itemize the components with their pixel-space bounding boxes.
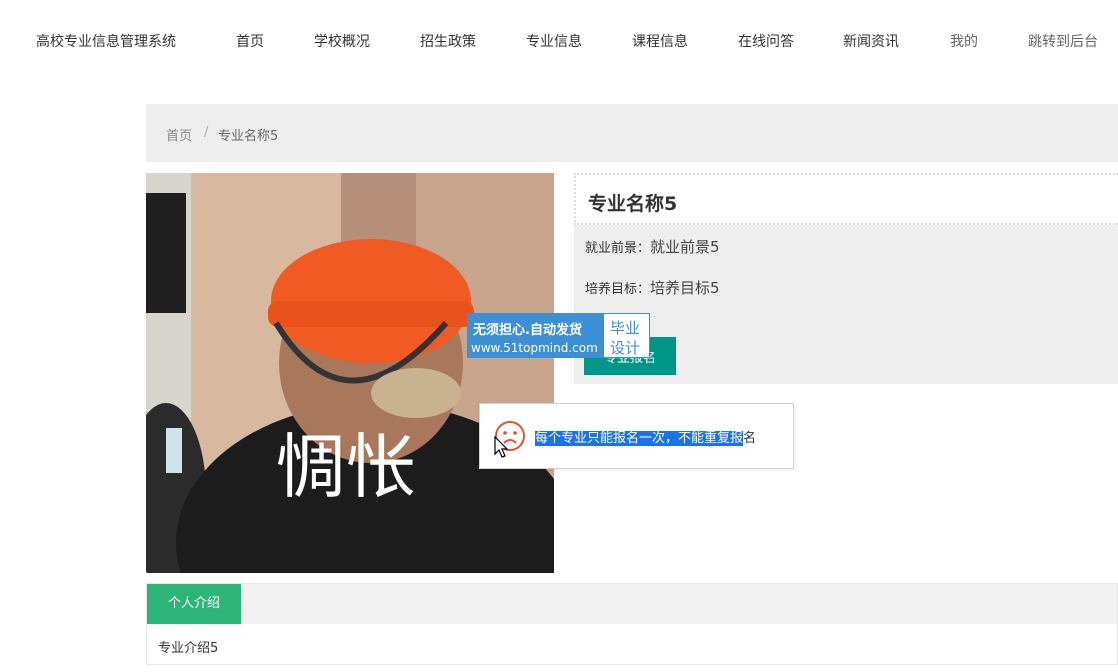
toast-selected-text: 每个专业只能报名一次，不能重复报	[535, 431, 744, 446]
career-label: 就业前景：	[585, 241, 651, 256]
watermark-right: 毕业 设计	[603, 313, 650, 358]
tab-header: 个人介绍	[147, 584, 1117, 624]
nav-item-home[interactable]: 首页	[236, 31, 264, 51]
toast-rest-text: 名	[743, 431, 757, 446]
tab-personal-intro[interactable]: 个人介绍	[147, 584, 241, 624]
toast-text: 每个专业只能报名一次，不能重复报名	[535, 427, 756, 446]
major-photo: 惆怅	[146, 173, 554, 573]
nav-item-admission-policy[interactable]: 招生政策	[420, 31, 476, 51]
career-row: 就业前景：就业前景5	[585, 236, 720, 257]
major-detail-panel: 专业名称5 就业前景：就业前景5 培养目标：培养目标5 专业报名	[574, 173, 1118, 384]
breadcrumb-home-link[interactable]: 首页	[166, 125, 192, 144]
site-brand[interactable]: 高校专业信息管理系统	[36, 31, 176, 51]
nav-item-online-qa[interactable]: 在线问答	[738, 31, 794, 51]
nav-item-news[interactable]: 新闻资讯	[843, 31, 899, 51]
mouse-cursor-icon	[494, 436, 509, 458]
intro-content: 专业介绍5	[158, 641, 219, 656]
breadcrumb-separator: /	[204, 125, 209, 140]
intro-tabs: 个人介绍 专业介绍5	[146, 583, 1118, 665]
watermark-badge: 无须担心.自动发货 www.51topmind.com 毕业 设计	[467, 313, 650, 358]
toast-message: 每个专业只能报名一次，不能重复报名	[479, 403, 794, 469]
photo-caption: 惆怅	[276, 426, 416, 508]
goal-row: 培养目标：培养目标5	[585, 277, 720, 298]
goal-value: 培养目标5	[650, 279, 720, 297]
career-value: 就业前景5	[650, 238, 720, 256]
nav-item-course-info[interactable]: 课程信息	[632, 31, 688, 51]
breadcrumb: 首页 / 专业名称5	[146, 104, 1118, 162]
watermark-line1: 无须担心.自动发货	[473, 323, 582, 338]
top-navbar: 高校专业信息管理系统 首页 学校概况 招生政策 专业信息 课程信息 在线问答 新…	[0, 0, 1118, 80]
watermark-right-line2: 设计	[610, 339, 641, 357]
nav-item-admin[interactable]: 跳转到后台	[1028, 31, 1098, 51]
watermark-line2: www.51topmind.com	[471, 341, 598, 355]
nav-item-mine[interactable]: 我的	[950, 31, 978, 51]
watermark-right-line1: 毕业	[610, 319, 641, 337]
nav-item-school-overview[interactable]: 学校概况	[314, 31, 370, 51]
nav-item-major-info[interactable]: 专业信息	[526, 31, 582, 51]
major-title: 专业名称5	[588, 193, 678, 215]
breadcrumb-current: 专业名称5	[218, 129, 279, 144]
meme-illustration: 惆怅	[146, 173, 554, 573]
watermark-left: 无须担心.自动发货 www.51topmind.com	[467, 313, 603, 358]
title-box: 专业名称5	[574, 173, 1118, 225]
goal-label: 培养目标：	[585, 282, 651, 297]
